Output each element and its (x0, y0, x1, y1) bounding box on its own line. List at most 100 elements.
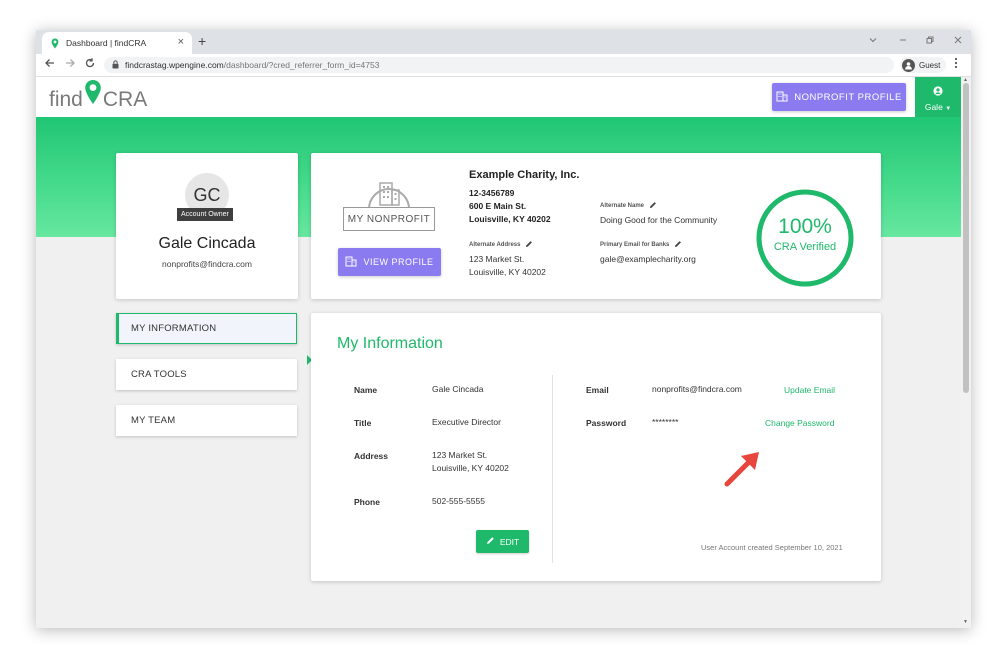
restore-icon[interactable] (925, 35, 935, 48)
back-arrow-icon[interactable] (44, 57, 56, 72)
building-icon (345, 255, 357, 269)
my-information-card: My Information Name Gale Cincada Title E… (311, 313, 881, 581)
password-value: ******** (652, 417, 679, 427)
bank-email-label-text: Primary Email for Banks (600, 242, 670, 248)
address-line1: 123 Market St. (432, 450, 488, 460)
new-tab-button[interactable]: + (198, 33, 206, 49)
sidebar-item-my-information[interactable]: MY INFORMATION (116, 313, 297, 344)
pencil-icon[interactable] (674, 240, 682, 250)
tab-strip: Dashboard | findCRA × + (36, 30, 971, 54)
user-menu-name: Gale (924, 101, 943, 112)
pencil-icon[interactable] (649, 201, 657, 211)
minimize-icon[interactable] (898, 35, 908, 48)
profile-label: Guest (919, 60, 941, 70)
sidebar-item-cra-tools[interactable]: CRA TOOLS (116, 359, 297, 390)
nonprofit-address-line2: Louisville, KY 40202 (469, 214, 551, 224)
phone-value: 502-555-5555 (432, 496, 485, 506)
nonprofit-name: Example Charity, Inc. (469, 169, 580, 181)
alternate-name-value: Doing Good for the Community (600, 215, 718, 225)
phone-label: Phone (354, 497, 380, 507)
email-label: Email (586, 385, 609, 395)
verified-label: CRA Verified (773, 241, 837, 253)
logo-text-find: find (49, 88, 83, 111)
user-menu-button[interactable]: Gale ▼ (915, 77, 961, 117)
alternate-name-label: Alternate Name (600, 201, 657, 211)
address-bar[interactable]: findcrastag.wpengine.com/dashboard/?cred… (104, 57, 894, 73)
nonprofit-address-line1: 600 E Main St. (469, 201, 527, 211)
close-window-icon[interactable] (953, 35, 963, 48)
scroll-down-icon[interactable]: ▼ (963, 619, 968, 625)
findcra-pin-icon (50, 37, 60, 49)
nonprofit-profile-button[interactable]: NONPROFIT PROFILE (772, 83, 906, 111)
verified-percent: 100% (778, 215, 832, 238)
site-header: find CRA NONPROFIT PROFILE Gale ▼ (36, 77, 961, 117)
logo-pin-icon (84, 79, 102, 110)
nonprofit-card: MY NONPROFIT VIEW PROFILE Example Charit… (311, 153, 881, 299)
tab-title: Dashboard | findCRA (66, 38, 147, 48)
lock-icon (112, 59, 119, 71)
title-label: Title (354, 418, 372, 428)
change-password-link[interactable]: Change Password (765, 418, 834, 428)
page-scrollbar[interactable]: ▲ ▼ (961, 77, 971, 628)
nonprofit-logo: MY NONPROFIT (343, 173, 435, 233)
nonprofit-ein: 12-3456789 (469, 188, 515, 198)
update-email-link[interactable]: Update Email (784, 385, 835, 395)
name-label: Name (354, 385, 378, 395)
edit-button-label: EDIT (499, 536, 520, 547)
browser-tab[interactable]: Dashboard | findCRA × (42, 32, 192, 54)
bank-email-label: Primary Email for Banks (600, 240, 682, 250)
email-value: nonprofits@findcra.com (652, 384, 742, 394)
account-created-text: User Account created September 10, 2021 (701, 543, 843, 552)
url-host: findcrastag.wpengine.com (125, 60, 224, 70)
sidebar-item-label: CRA TOOLS (131, 369, 187, 380)
pencil-icon (486, 536, 495, 547)
findcra-logo[interactable]: find CRA (49, 80, 147, 112)
profile-name: Gale Cincada (158, 235, 256, 252)
url-text: findcrastag.wpengine.com/dashboard/?cred… (125, 60, 379, 70)
building-icon (776, 90, 788, 105)
bank-email-value: gale@examplecharity.org (600, 254, 696, 264)
sidebar-item-my-team[interactable]: MY TEAM (116, 405, 297, 436)
url-path: /dashboard/?cred_referrer_form_id=4753 (223, 60, 380, 70)
alternate-name-label-text: Alternate Name (600, 203, 645, 209)
browser-toolbar: findcrastag.wpengine.com/dashboard/?cred… (36, 54, 971, 77)
alternate-address-line2: Louisville, KY 40202 (469, 267, 546, 277)
column-divider (552, 375, 553, 563)
forward-arrow-icon[interactable] (64, 57, 76, 72)
person-icon (902, 58, 915, 72)
alternate-address-label: Alternate Address (469, 240, 533, 250)
scrollbar-thumb[interactable] (963, 83, 969, 393)
address-label: Address (354, 451, 389, 461)
alternate-address-label-text: Alternate Address (469, 242, 521, 248)
profile-button[interactable]: Guest (900, 57, 947, 73)
profile-email: nonprofits@findcra.com (162, 259, 252, 269)
sidebar-item-label: MY INFORMATION (131, 323, 217, 334)
user-menu-label: Gale ▼ (925, 102, 951, 112)
page-viewport: find CRA NONPROFIT PROFILE Gale ▼ GC Acc… (36, 77, 961, 628)
more-menu-icon[interactable] (954, 57, 958, 72)
view-profile-label: VIEW PROFILE (363, 257, 434, 267)
account-circle-icon (933, 83, 943, 101)
close-tab-icon[interactable]: × (178, 36, 184, 48)
logo-text-cra: CRA (102, 88, 148, 111)
password-label: Password (586, 418, 627, 428)
name-value: Gale Cincada (432, 384, 484, 394)
chevron-down-icon[interactable] (868, 35, 878, 48)
browser-window: Dashboard | findCRA × + findcrastag.wpen… (36, 30, 971, 628)
profile-card: GC Account Owner Gale Cincada nonprofits… (116, 153, 298, 299)
caret-down-icon: ▼ (945, 105, 952, 112)
section-title: My Information (337, 335, 443, 352)
reload-icon[interactable] (84, 57, 96, 72)
role-badge: Account Owner (177, 208, 233, 221)
view-profile-button[interactable]: VIEW PROFILE (338, 248, 441, 276)
pencil-icon[interactable] (525, 240, 533, 250)
title-value: Executive Director (432, 417, 501, 427)
annotation-arrow-icon (719, 442, 769, 492)
cra-verified-gauge: 100% CRA Verified (755, 188, 855, 288)
nonprofit-logo-text: MY NONPROFIT (343, 207, 435, 231)
address-line2: Louisville, KY 40202 (432, 463, 509, 473)
alternate-address-line1: 123 Market St. (469, 254, 525, 264)
nonprofit-profile-label: NONPROFIT PROFILE (794, 91, 902, 103)
sidebar-item-label: MY TEAM (131, 415, 176, 426)
edit-button[interactable]: EDIT (476, 530, 529, 553)
